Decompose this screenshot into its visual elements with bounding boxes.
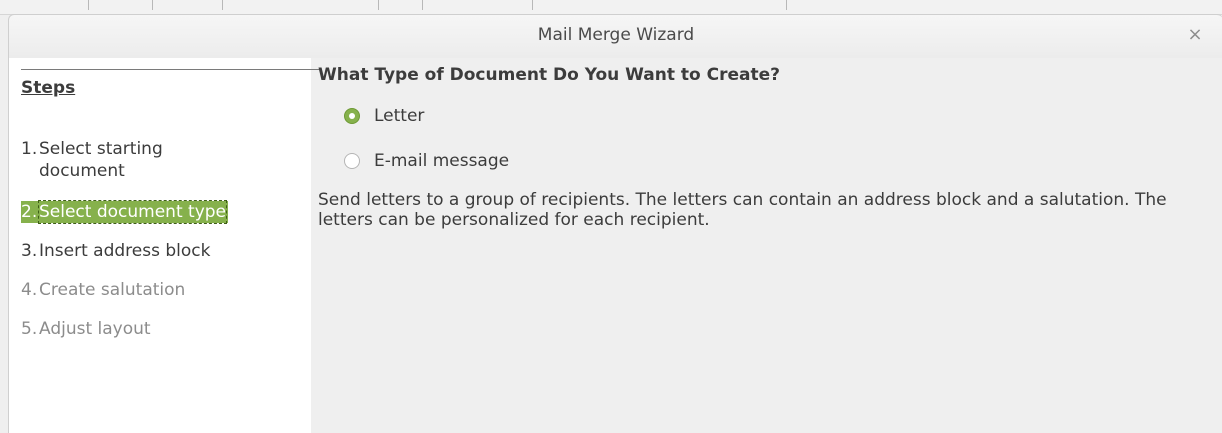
step-insert-address-block[interactable]: 3. Insert address block [21, 240, 210, 262]
radio-selected-icon[interactable] [344, 108, 360, 124]
step-number: 3. [21, 241, 38, 261]
strip-separator [378, 0, 379, 10]
email-message-option-label: E-mail message [374, 151, 510, 171]
step-number: 2. [21, 202, 38, 222]
mail-merge-dialog: Mail Merge Wizard × Steps 1. Select star… [0, 0, 1222, 433]
step-label: Select starting document [39, 139, 163, 181]
steps-heading: Steps [21, 78, 76, 98]
document-type-description: Send letters to a group of recipients. T… [318, 190, 1167, 230]
strip-separator [422, 0, 423, 10]
step-number: 5. [21, 319, 38, 339]
letter-option-label: Letter [374, 106, 425, 126]
step-label: Select document type [38, 200, 227, 224]
title-bar: Mail Merge Wizard × [8, 14, 1222, 58]
page-heading: What Type of Document Do You Want to Cre… [318, 65, 781, 85]
letter-option[interactable]: Letter [344, 106, 424, 126]
step-number: 4. [21, 280, 38, 300]
strip-separator [532, 0, 533, 10]
main-panel: What Type of Document Do You Want to Cre… [310, 58, 1222, 433]
step-select-starting-document[interactable]: 1. Select starting document [21, 138, 251, 182]
strip-separator [222, 0, 223, 10]
step-adjust-layout: 5. Adjust layout [21, 318, 151, 340]
close-icon[interactable]: × [1185, 25, 1205, 45]
strip-separator [786, 0, 787, 10]
step-label: Create salutation [39, 280, 186, 300]
steps-sidebar: Steps 1. Select starting document 2. Sel… [8, 58, 319, 433]
radio-unselected-icon[interactable] [344, 153, 360, 169]
step-label: Insert address block [39, 241, 211, 261]
email-message-option[interactable]: E-mail message [344, 151, 509, 171]
step-create-salutation: 4. Create salutation [21, 279, 185, 301]
parent-window-strip [0, 0, 1222, 15]
step-select-document-type[interactable]: 2. Select document type [21, 200, 228, 224]
step-number: 1. [21, 139, 38, 159]
strip-separator [152, 0, 153, 10]
window-title: Mail Merge Wizard [537, 25, 695, 45]
sidebar-divider [21, 69, 319, 70]
step-label: Adjust layout [39, 319, 151, 339]
strip-separator [88, 0, 89, 10]
